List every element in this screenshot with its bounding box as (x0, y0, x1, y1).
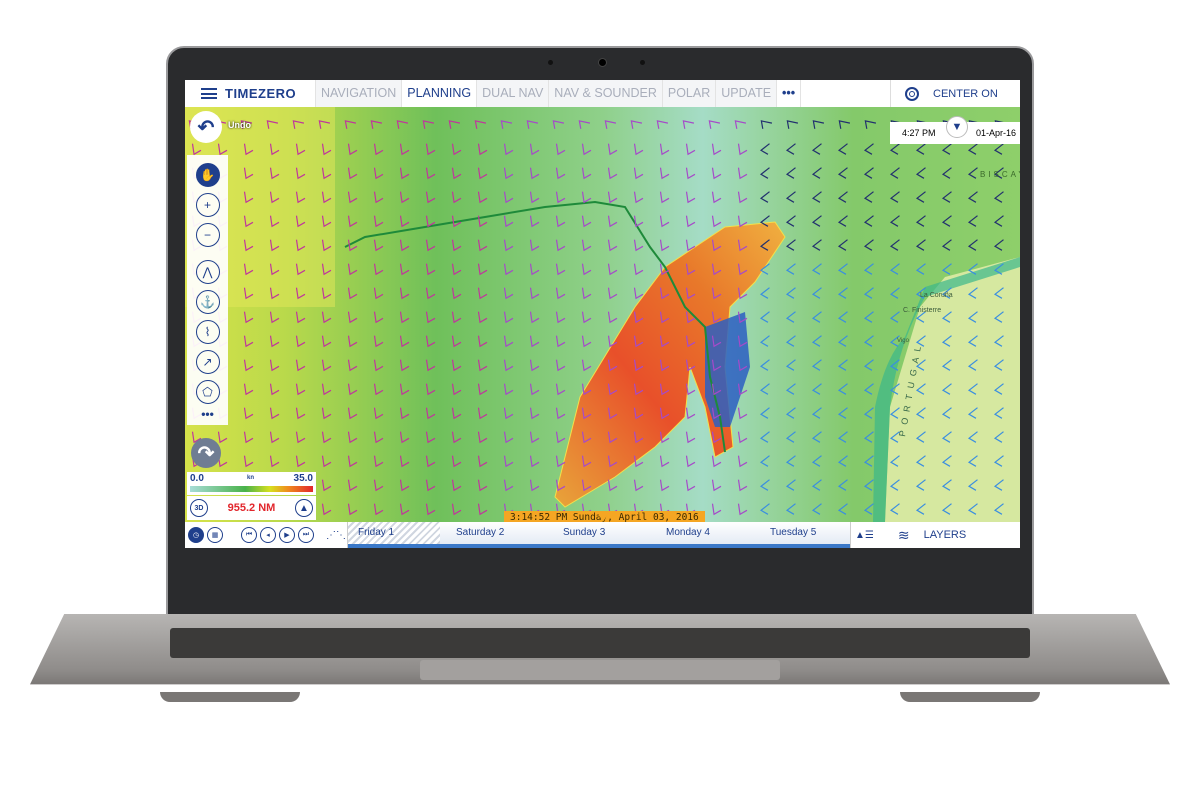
speaker-left (160, 692, 300, 702)
polygon-area-icon[interactable]: ⬠ (195, 380, 220, 404)
day-label: Sunday 3 (563, 527, 606, 538)
clock-icon[interactable]: ◷ (188, 527, 204, 543)
wind-legend: 0.0 kn 35.0 (187, 472, 316, 495)
list-icon[interactable]: ▲☰ (855, 530, 874, 541)
tab-planning[interactable]: PLANNING (401, 80, 477, 107)
step-back-icon[interactable]: ◂ (260, 527, 276, 543)
timeline-slider[interactable]: Friday 1 Saturday 2 Sunday 3 Monday 4 Tu… (347, 512, 850, 548)
clock-display[interactable]: 4:27 PM ▼ 01-Apr-16 (890, 116, 1020, 144)
legend-min: 0.0 (190, 473, 204, 484)
compass-dividers-icon[interactable]: ⋀ (195, 260, 220, 284)
track-icon[interactable]: ↗ (195, 350, 220, 374)
legend-unit: kn (247, 475, 255, 481)
buoy-marker-icon[interactable]: ⚓ (195, 290, 220, 314)
undo-button[interactable]: ↶ (190, 111, 222, 143)
map-label-bay: BISCAY (980, 170, 1020, 179)
top-bar: TIMEZERO NAVIGATION PLANNING DUAL NAV NA… (185, 80, 1020, 107)
play-icon[interactable]: ▶ (279, 527, 295, 543)
skip-end-icon[interactable]: ⏭ (298, 527, 314, 543)
app-logo[interactable]: TIMEZERO (185, 86, 315, 101)
chart-map[interactable]: BISCAY La Coruña C. Finisterre Vigo PORT… (185, 107, 1020, 522)
redo-arrow-icon: ↷ (197, 442, 215, 465)
north-up-icon[interactable]: ▲ (294, 499, 313, 517)
zoom-in-icon[interactable]: + (195, 193, 220, 217)
trackpad (420, 660, 780, 680)
redo-button[interactable]: ↷ (191, 438, 221, 468)
dropdown-triangle-icon[interactable]: ▼ (946, 116, 968, 138)
undo-label: Undo (228, 120, 251, 130)
graph-icon[interactable]: ⋰⋱ (326, 530, 346, 541)
center-on-button[interactable]: CENTER ON (890, 80, 1020, 107)
hand-pan-icon[interactable]: ✋ (195, 163, 220, 187)
zoom-out-icon[interactable]: − (195, 223, 220, 247)
calendar-icon[interactable]: ▦ (207, 527, 223, 543)
logo-text: TIMEZERO (225, 86, 297, 101)
undo-arrow-icon: ↶ (197, 116, 215, 139)
layers-label: LAYERS (923, 529, 967, 541)
more-icon[interactable]: ••• (201, 407, 214, 421)
map-label-city2: C. Finisterre (903, 307, 941, 314)
menu-icon[interactable] (201, 88, 217, 99)
distance-panel: 3D 955.2 NM ▲ (187, 496, 316, 520)
tab-nav-sounder[interactable]: NAV & SOUNDER (548, 80, 662, 107)
clock-time: 4:27 PM (902, 128, 936, 138)
clock-date: 01-Apr-16 (975, 128, 1016, 138)
target-icon (905, 86, 919, 101)
tool-palette: ✋ + − ⋀ ⚓ ⌇ ↗ ⬠ ••• (187, 155, 228, 425)
route-distance: 955.2 NM (227, 502, 276, 514)
map-label-city3: Vigo (897, 338, 910, 344)
tab-navigation[interactable]: NAVIGATION (315, 80, 402, 107)
webcam (598, 58, 607, 67)
legend-max: 35.0 (293, 473, 313, 484)
sensor-dot (640, 60, 645, 65)
route-icon[interactable]: ⌇ (195, 320, 220, 344)
tab-update[interactable]: UPDATE (715, 80, 777, 107)
speaker-right (900, 692, 1040, 702)
tab-more[interactable]: ••• (776, 80, 802, 107)
tab-dual-nav[interactable]: DUAL NAV (476, 80, 549, 107)
tab-polar[interactable]: POLAR (661, 80, 716, 107)
layers-icon: ≋ (897, 526, 910, 543)
bottom-bar: ◷ ▦ ⏮ ◂ ▶ ⏭ ⋰⋱ Friday 1 Saturday 2 Sunda… (185, 512, 1020, 548)
3d-toggle-button[interactable]: 3D (190, 499, 208, 517)
day-label: Saturday 2 (456, 527, 505, 538)
time-cursor[interactable] (597, 512, 609, 522)
center-on-label: CENTER ON (933, 87, 998, 100)
map-label-city1: La Coruña (920, 292, 953, 299)
layers-button[interactable]: ▲☰ ≋ LAYERS (850, 522, 1020, 548)
keyboard (170, 628, 1030, 658)
day-label: Friday 1 (358, 527, 395, 538)
app-screen: BISCAY La Coruña C. Finisterre Vigo PORT… (185, 80, 1020, 548)
skip-start-icon[interactable]: ⏮ (241, 527, 257, 543)
day-label: Monday 4 (666, 527, 710, 538)
legend-color-scale (190, 486, 313, 492)
day-label: Tuesday 5 (770, 527, 817, 538)
sensor-dot (548, 60, 553, 65)
timeline-strip (348, 544, 850, 548)
